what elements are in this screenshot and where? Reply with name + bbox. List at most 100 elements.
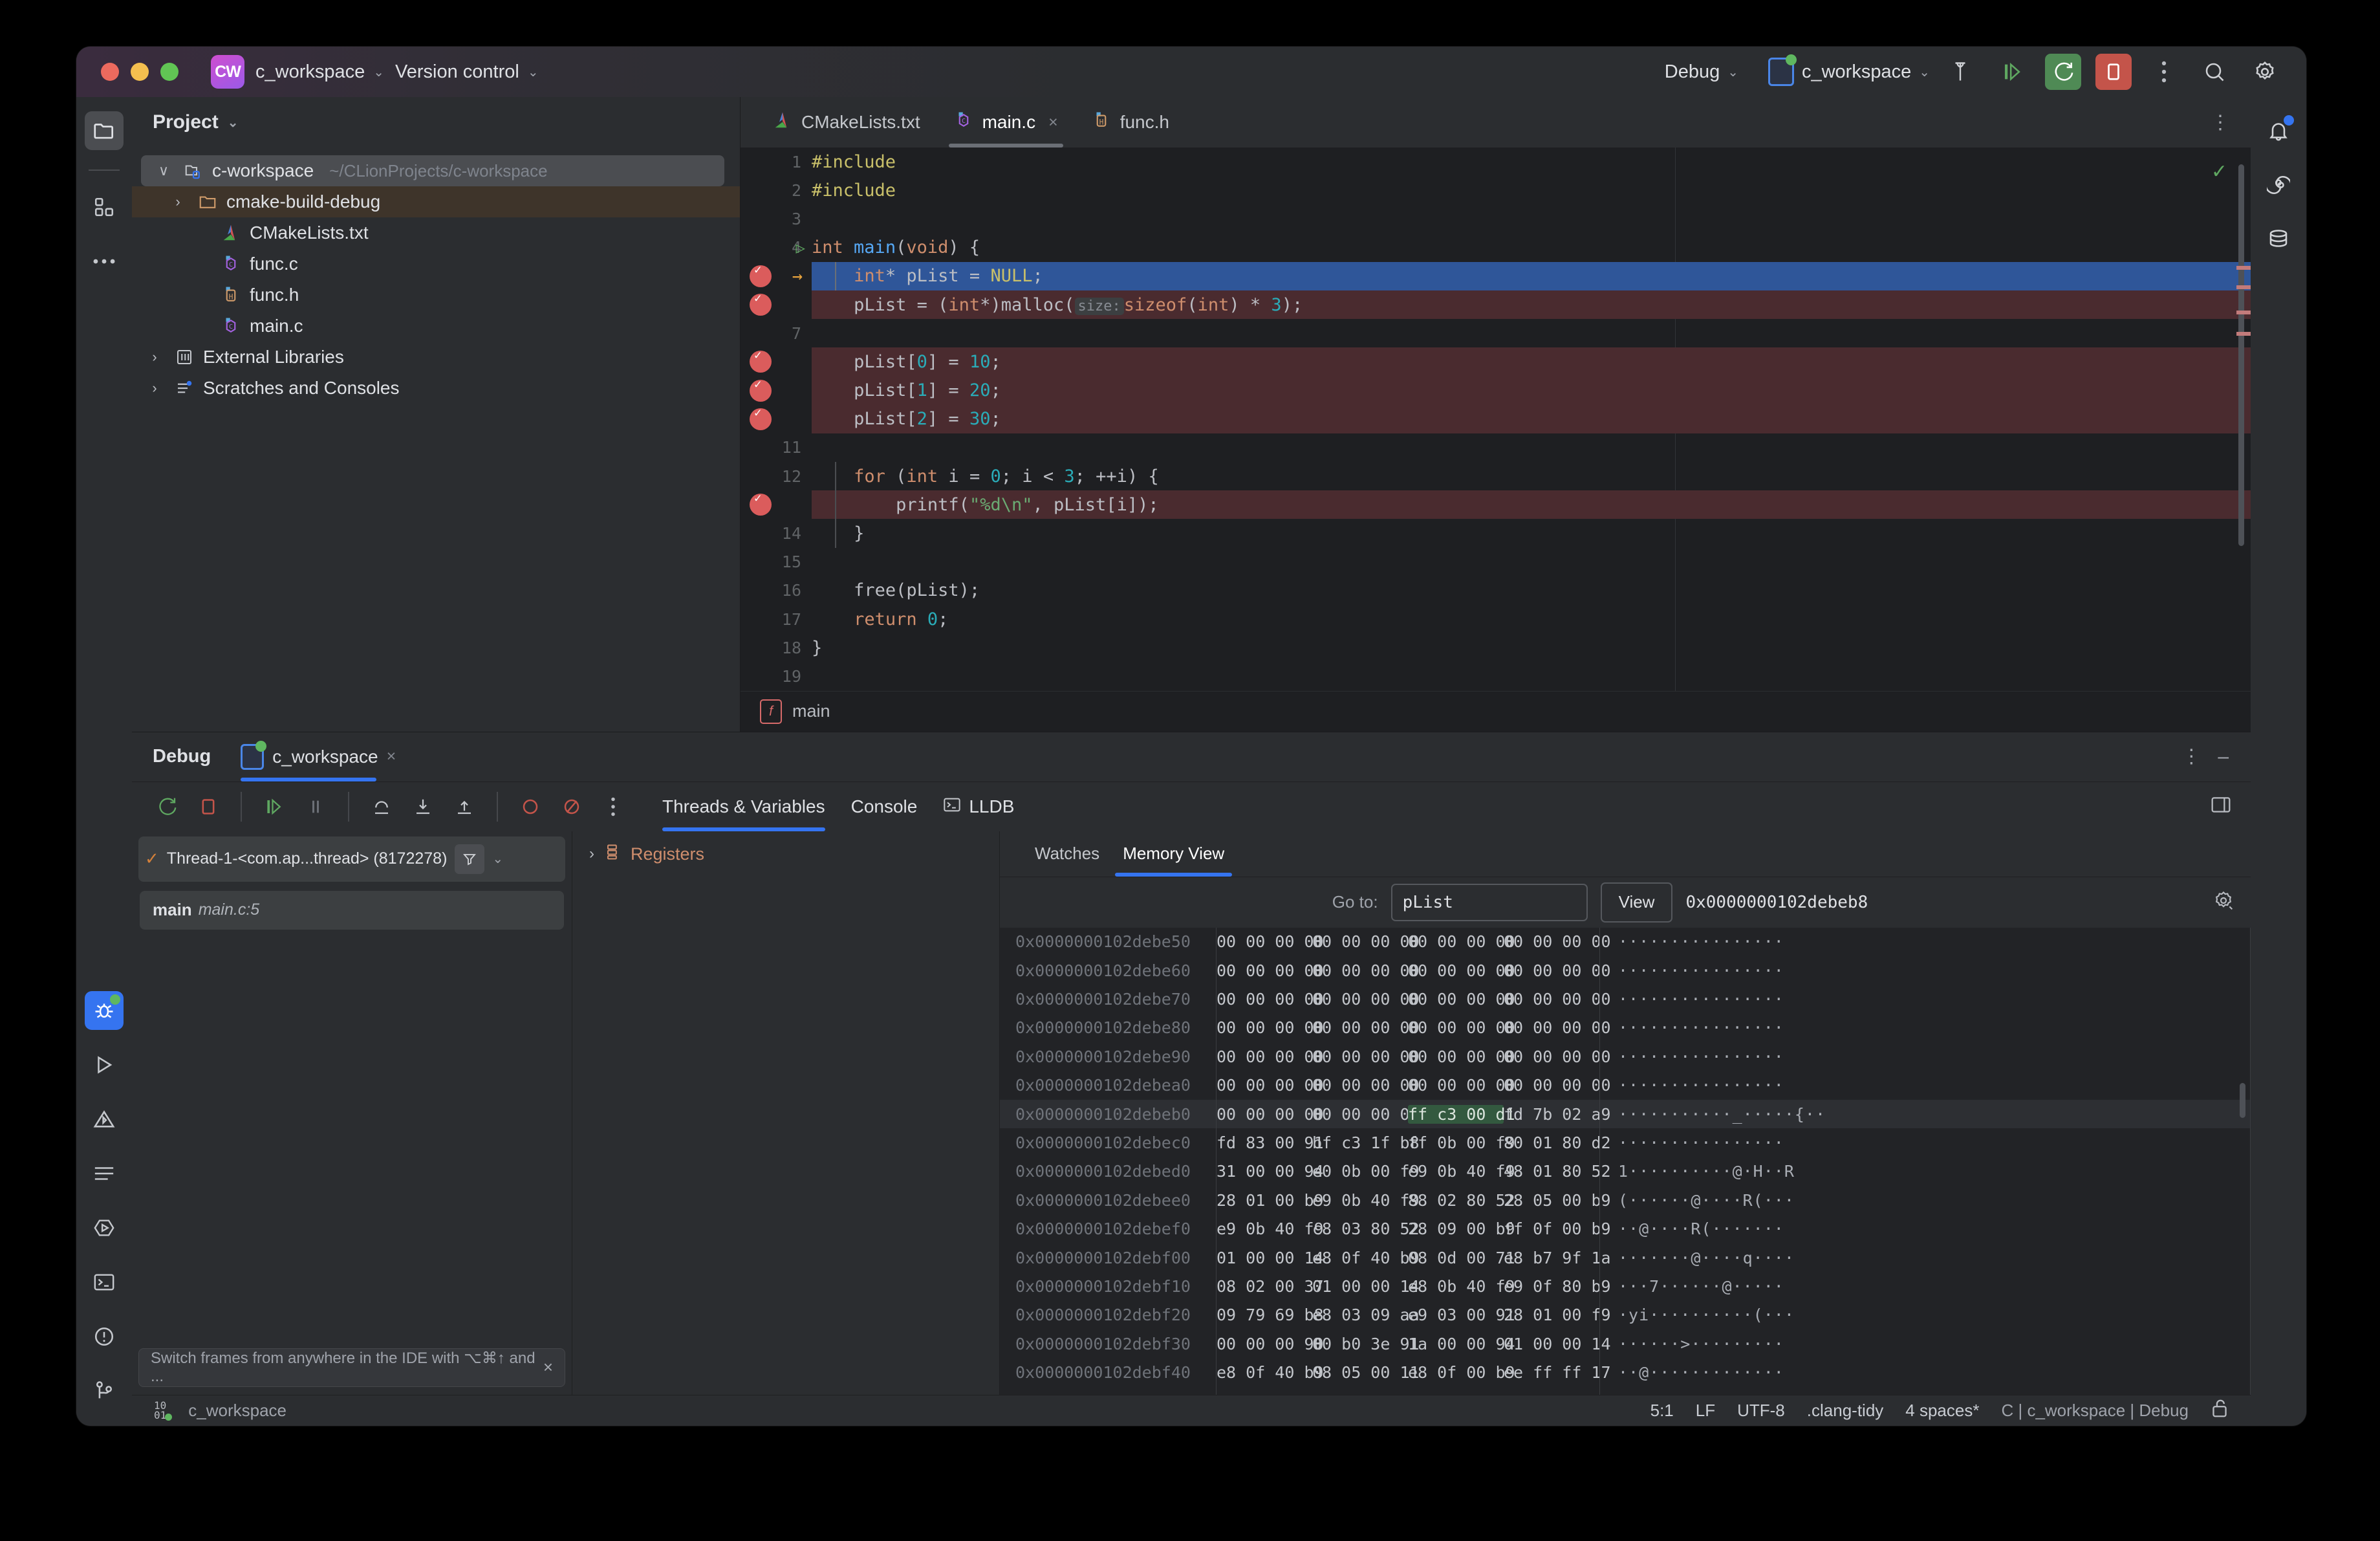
line-separator[interactable]: LF <box>1696 1401 1715 1421</box>
memory-row[interactable]: 0x0000000102debf30 00 00 00 90 00 b0 3e 91… <box>1000 1329 2251 1359</box>
problems-tool-window-button[interactable] <box>85 1100 124 1139</box>
maximize-window-button[interactable] <box>160 63 178 81</box>
inspection-profile[interactable]: .clang-tidy <box>1807 1401 1884 1421</box>
close-window-button[interactable] <box>101 63 119 81</box>
memory-row[interactable]: 0x0000000102debe90 00 00 00 00 00 00 00 00… <box>1000 1042 2251 1071</box>
memory-hex-group[interactable]: 48 01 80 52 <box>1504 1162 1611 1181</box>
step-over-button[interactable] <box>363 789 400 825</box>
debug-tab-console[interactable]: Console <box>851 782 918 831</box>
tree-item-func-c[interactable]: Cfunc.c <box>132 248 740 279</box>
pause-button[interactable] <box>298 789 334 825</box>
memory-hex-group[interactable]: 00 00 00 00 <box>1217 961 1324 980</box>
notifications-button[interactable] <box>2259 111 2298 150</box>
editor-tab-cmakelists-txt[interactable]: CMakeLists.txt <box>756 97 937 148</box>
memory-hex-group[interactable]: fd 83 00 91 <box>1217 1133 1324 1152</box>
memory-hex-group[interactable]: e8 0f 40 b9 <box>1312 1249 1420 1267</box>
more-actions-button[interactable] <box>2146 54 2182 90</box>
memory-hex-group[interactable]: 00 00 00 00 <box>1217 1076 1324 1095</box>
memory-hex-group[interactable]: e0 0b 40 f9 <box>1217 1392 1324 1395</box>
memory-hex-group[interactable]: bf c3 1f b8 <box>1312 1133 1420 1152</box>
memory-hex-group[interactable]: e8 03 09 aa <box>1312 1306 1420 1324</box>
gutter-line-14[interactable]: 14 <box>741 519 812 547</box>
memory-hex-group[interactable]: 28 01 00 f9 <box>1504 1306 1611 1324</box>
tree-item-cmake-build-debug[interactable]: › cmake-build-debug <box>132 186 740 217</box>
memory-hex-group[interactable]: 00 00 00 00 <box>1408 990 1515 1009</box>
memory-hex-group[interactable]: 00 00 00 00 <box>1312 990 1420 1009</box>
rerun-button[interactable] <box>149 789 185 825</box>
gutter-line-19[interactable]: 19 <box>741 662 812 690</box>
memory-row[interactable]: 0x0000000102debf00 01 00 00 14 e8 0f 40 b9… <box>1000 1243 2251 1273</box>
database-button[interactable] <box>2259 220 2298 259</box>
view-breakpoints-button[interactable] <box>512 789 548 825</box>
gutter-line-15[interactable]: 15 <box>741 548 812 576</box>
memory-hex-group[interactable]: 00 00 00 00 <box>1217 1018 1324 1037</box>
project-tree[interactable]: ∨ c-workspace ~/CLionProjects/c-workspace ›… <box>132 148 740 404</box>
code-line-8[interactable]: pList[0] = 10; <box>812 347 2251 377</box>
gutter-line-1[interactable]: 1 <box>741 148 812 176</box>
window-controls[interactable] <box>101 63 178 81</box>
memory-hex-group[interactable]: 08 02 00 37 <box>1217 1277 1324 1296</box>
gutter-line-9[interactable] <box>741 377 812 405</box>
memory-row[interactable]: 0x0000000102debee0 28 01 00 b9 e9 0b 40 f9… <box>1000 1186 2251 1215</box>
memory-settings-gear-icon[interactable] <box>2213 890 2234 914</box>
memory-row[interactable]: 0x0000000102debf40 e8 0f 40 b9 08 05 00 11… <box>1000 1358 2251 1387</box>
close-icon[interactable]: × <box>1048 113 1058 132</box>
memory-hex-group[interactable]: 00 00 00 00 <box>1312 961 1420 980</box>
memory-hex-group[interactable]: 00 00 00 00 <box>1408 932 1515 951</box>
memory-row[interactable]: 0x0000000102debf20 09 79 69 b8 e8 03 09 aa… <box>1000 1300 2251 1330</box>
memory-hex-group[interactable]: 31 00 00 94 <box>1217 1162 1324 1181</box>
gutter-line-2[interactable]: 2 <box>741 176 812 204</box>
debug-minimize-button[interactable]: – <box>2218 746 2229 768</box>
memory-hex-group[interactable]: 00 00 00 00 <box>1217 990 1324 1009</box>
code-line-10[interactable]: pList[2] = 30; <box>812 404 2251 433</box>
code-line-9[interactable]: pList[1] = 20; <box>812 376 2251 405</box>
memory-hex-group[interactable]: 09 79 69 b8 <box>1217 1306 1324 1324</box>
editor-gutter[interactable]: 1234▷→71112141516171819 <box>741 148 812 691</box>
memory-hex-group[interactable]: 0d 00 00 94 <box>1312 1392 1420 1395</box>
debug-tab-lldb[interactable]: LLDB <box>943 782 1014 831</box>
breadcrumb[interactable]: f main <box>741 690 2251 732</box>
memory-hex-group[interactable]: 28 05 00 b9 <box>1504 1191 1611 1210</box>
code-line-18[interactable]: } <box>812 633 2251 662</box>
memory-row[interactable]: 0x0000000102debea0 00 00 00 00 00 00 00 00… <box>1000 1071 2251 1100</box>
run-config-dropdown[interactable]: Debug ⌄ <box>1665 61 1738 83</box>
memory-hex-group[interactable]: 00 00 00 90 <box>1217 1335 1324 1353</box>
debug-tool-window-button[interactable] <box>85 991 124 1030</box>
memory-hex-group[interactable]: fd 7b 02 a9 <box>1504 1105 1611 1124</box>
gutter-line-7[interactable]: 7 <box>741 319 812 347</box>
gutter-line-13[interactable] <box>741 490 812 519</box>
memory-hex-group[interactable]: 28 01 00 b9 <box>1217 1191 1324 1210</box>
caret-position[interactable]: 5:1 <box>1650 1401 1674 1421</box>
memory-hex-group[interactable]: 00 00 00 00 <box>1312 932 1420 951</box>
services-tool-window-button[interactable] <box>85 1208 124 1247</box>
memory-hex-group[interactable]: 00 00 00 00 <box>1312 1018 1420 1037</box>
memory-hex-group[interactable]: 80 01 80 d2 <box>1504 1133 1611 1152</box>
gutter-line-16[interactable]: 16 <box>741 576 812 605</box>
memory-hex-group[interactable]: e9 0f 80 b9 <box>1504 1277 1611 1296</box>
code-line-17[interactable]: return 0; <box>812 605 2251 633</box>
memory-hex-group[interactable]: e8 0f 00 b9 <box>1408 1363 1515 1382</box>
memory-row[interactable]: 0x0000000102debe70 00 00 00 00 00 00 00 00… <box>1000 985 2251 1014</box>
editor-tabs-more-button[interactable]: ⋮ <box>2211 111 2231 134</box>
code-line-7[interactable] <box>812 319 2251 347</box>
indent-setting[interactable]: 4 spaces* <box>1905 1401 1979 1421</box>
gutter-line-10[interactable] <box>741 405 812 433</box>
memory-hex-group[interactable]: e9 03 00 91 <box>1408 1306 1515 1324</box>
goto-input[interactable] <box>1392 891 1622 913</box>
memory-hex-group[interactable]: 1a 00 00 94 <box>1408 1335 1515 1353</box>
memory-hex-group[interactable]: ff 0f 00 b9 <box>1504 1219 1611 1238</box>
memory-hex-group[interactable]: e9 0b 40 f9 <box>1312 1191 1420 1210</box>
code-line-13[interactable]: printf("%d\n", pList[i]); <box>812 490 2251 519</box>
editor-code[interactable]: #include #include int main(void) { int* … <box>812 148 2251 691</box>
memory-hex-group[interactable]: 00 00 00 00 <box>1504 932 1611 951</box>
debug-button[interactable] <box>2045 54 2081 90</box>
memory-hex-group[interactable]: 00 00 00 00 <box>1217 1047 1324 1066</box>
editor-tab-bar[interactable]: CMakeLists.txt Cmain.c × Hfunc.h ⋮ <box>741 97 2251 148</box>
debug-more-button[interactable]: ⋮ <box>2181 745 2201 768</box>
gutter-line-11[interactable]: 11 <box>741 433 812 462</box>
memory-tab-memory-view[interactable]: Memory View <box>1111 831 1236 877</box>
memory-view-tabs[interactable]: Watches Memory View <box>1000 831 2251 877</box>
breakpoint-icon[interactable] <box>750 377 772 402</box>
gutter-line-6[interactable] <box>741 290 812 319</box>
code-line-19[interactable] <box>812 662 2251 690</box>
